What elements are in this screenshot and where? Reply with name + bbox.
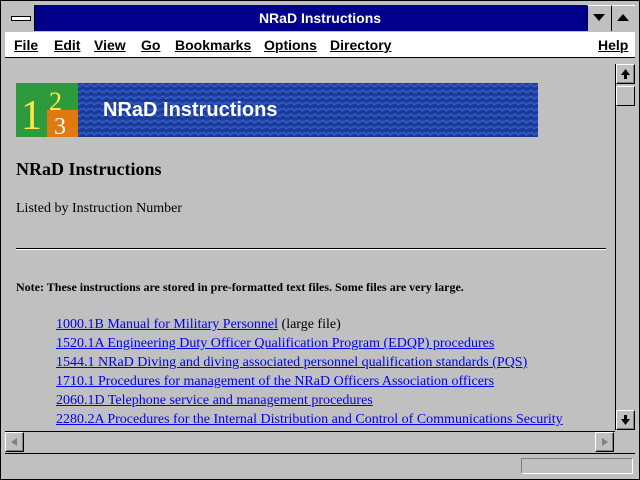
instruction-link[interactable]: 1000.1B Manual for Military Personnel <box>56 317 278 332</box>
menu-bar: File Edit View Go Bookmarks Options Dire… <box>5 32 635 58</box>
list-item: 1710.1 Procedures for management of the … <box>56 374 563 393</box>
menu-file[interactable]: File <box>14 37 38 53</box>
instruction-link[interactable]: 1544.1 NRaD Diving and diving associated… <box>56 355 527 370</box>
menu-help[interactable]: Help <box>598 37 628 53</box>
instruction-list: 1000.1B Manual for Military Personnel (l… <box>56 317 563 430</box>
scroll-thumb[interactable] <box>616 86 635 106</box>
instruction-link[interactable]: 2280.2A Procedures for the Internal Dist… <box>56 412 563 427</box>
scroll-up-icon[interactable] <box>616 64 635 84</box>
horizontal-scrollbar[interactable] <box>5 431 615 452</box>
title-bar: NRaD Instructions <box>5 5 635 31</box>
vertical-scrollbar[interactable] <box>615 64 635 430</box>
window-title: NRaD Instructions <box>258 10 382 26</box>
list-item: 2280.2A Procedures for the Internal Dist… <box>56 412 563 430</box>
page-heading: NRaD Instructions <box>16 159 162 179</box>
instruction-link[interactable]: 1710.1 Procedures for management of the … <box>56 374 494 389</box>
menu-directory[interactable]: Directory <box>330 37 391 53</box>
logo-digit-3: 3 <box>54 114 66 137</box>
maximize-icon[interactable] <box>611 5 635 31</box>
page-banner: 1 2 3 NRaD Instructions <box>16 83 538 137</box>
link-note: (large file) <box>278 317 341 332</box>
list-item: 1520.1A Engineering Duty Officer Qualifi… <box>56 336 563 355</box>
note-text: Note: These instructions are stored in p… <box>16 280 464 294</box>
horizontal-rule <box>16 248 606 250</box>
scroll-track[interactable] <box>25 432 595 451</box>
scroll-left-icon[interactable] <box>5 432 24 452</box>
menu-view[interactable]: View <box>94 37 126 53</box>
logo-digit-1: 1 <box>21 93 42 137</box>
browser-window: NRaD Instructions File Edit View Go Book… <box>0 0 640 480</box>
menu-go[interactable]: Go <box>141 37 160 53</box>
logo-digit-2: 2 <box>49 87 62 116</box>
scroll-down-icon[interactable] <box>616 410 635 430</box>
list-item: 2060.1D Telephone service and management… <box>56 393 563 412</box>
menu-options[interactable]: Options <box>264 37 317 53</box>
instruction-link[interactable]: 2060.1D Telephone service and management… <box>56 393 373 408</box>
progress-field <box>521 458 633 474</box>
menu-edit[interactable]: Edit <box>54 37 80 53</box>
list-item: 1544.1 NRaD Diving and diving associated… <box>56 355 563 374</box>
scroll-right-icon[interactable] <box>595 432 614 452</box>
instruction-link[interactable]: 1520.1A Engineering Duty Officer Qualifi… <box>56 336 494 351</box>
banner-title: NRaD Instructions <box>103 99 277 121</box>
menu-bookmarks[interactable]: Bookmarks <box>175 37 251 53</box>
status-bar <box>5 453 635 475</box>
content-area: 1 2 3 NRaD Instructions NRaD Instruction… <box>5 64 613 430</box>
minimize-icon[interactable] <box>587 5 611 31</box>
page-subheading: Listed by Instruction Number <box>16 201 183 216</box>
list-item: 1000.1B Manual for Military Personnel (l… <box>56 317 563 336</box>
